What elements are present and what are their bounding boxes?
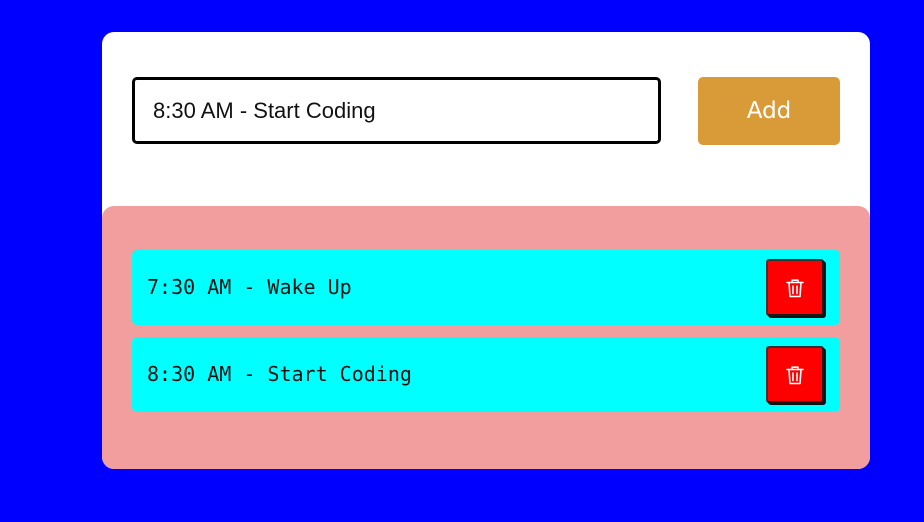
task-text: 7:30 AM - Wake Up xyxy=(147,275,352,299)
delete-button[interactable] xyxy=(766,259,824,316)
add-button[interactable]: Add xyxy=(698,77,840,145)
task-input[interactable] xyxy=(132,77,661,144)
trash-icon xyxy=(786,365,804,384)
todo-app-card: Add 7:30 AM - Wake Up 8:30 AM - Start Co… xyxy=(102,32,870,469)
task-list: 7:30 AM - Wake Up 8:30 AM - Start Coding xyxy=(102,206,870,469)
task-input-row: Add xyxy=(102,32,870,206)
list-item: 7:30 AM - Wake Up xyxy=(132,250,840,325)
list-item: 8:30 AM - Start Coding xyxy=(132,337,840,412)
trash-icon xyxy=(786,278,804,297)
delete-button[interactable] xyxy=(766,346,824,403)
task-text: 8:30 AM - Start Coding xyxy=(147,362,412,386)
